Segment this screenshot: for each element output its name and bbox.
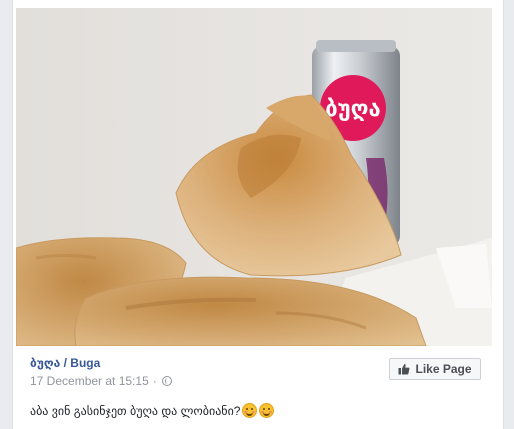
thumbs-up-icon bbox=[398, 364, 410, 375]
meta-separator: · bbox=[152, 374, 157, 388]
can-label: ბუღა bbox=[325, 97, 381, 122]
post-message-text: აბა ვინ გასინჯეთ ბუღა და ლობიანი? bbox=[30, 403, 241, 418]
globe-icon[interactable] bbox=[161, 376, 172, 386]
smiling-face-icon bbox=[242, 403, 258, 418]
facebook-post-card: ბუღა ბუღა / Buga 17 December at 15:15 · … bbox=[12, 0, 504, 429]
post-message: აბა ვინ გასინჯეთ ბუღა და ლობიანი? bbox=[30, 403, 275, 418]
like-page-label: Like Page bbox=[415, 362, 472, 376]
like-page-button[interactable]: Like Page bbox=[389, 358, 481, 380]
page-name-link[interactable]: ბუღა / Buga bbox=[30, 356, 100, 370]
smiling-face-icon bbox=[259, 403, 275, 418]
photo-illustration: ბუღა bbox=[16, 8, 492, 346]
post-header: ბუღა / Buga 17 December at 15:15 · Like … bbox=[30, 356, 490, 396]
post-photo[interactable]: ბუღა bbox=[16, 8, 492, 346]
post-meta: 17 December at 15:15 · bbox=[30, 374, 172, 388]
post-timestamp[interactable]: 17 December at 15:15 bbox=[30, 374, 149, 388]
